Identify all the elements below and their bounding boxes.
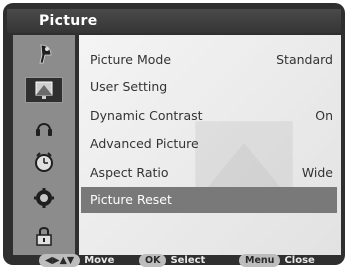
menu-item-value: Standard xyxy=(276,52,333,67)
menu-item-label: Advanced Picture xyxy=(90,136,199,151)
menu-item-label: Dynamic Contrast xyxy=(90,108,203,123)
sidebar-item-picture[interactable] xyxy=(25,77,63,103)
menu-item-label: User Setting xyxy=(90,79,168,94)
key-hints-bar: ◀▶▲▼ Move OK Select Menu Close xyxy=(7,254,341,269)
ok-key-icon: OK xyxy=(139,254,167,267)
sidebar-item-setup[interactable] xyxy=(25,185,63,211)
sidebar-item-channel[interactable] xyxy=(25,41,63,67)
menu-item-value: On xyxy=(315,108,333,123)
sidebar-item-time[interactable] xyxy=(25,149,63,175)
lock-icon xyxy=(36,227,52,246)
select-hint-label: Select xyxy=(170,255,206,266)
menu-item-aspect-ratio[interactable]: Aspect Ratio Wide xyxy=(81,160,337,186)
clock-icon xyxy=(35,152,53,172)
menu-key-icon: Menu xyxy=(239,254,281,267)
category-sidebar xyxy=(13,35,75,255)
menu-item-dynamic-contrast[interactable]: Dynamic Contrast On xyxy=(81,103,337,129)
select-hint: OK Select xyxy=(139,254,205,268)
menu-item-picture-mode[interactable]: Picture Mode Standard xyxy=(81,47,337,73)
sidebar-item-lock[interactable] xyxy=(25,223,63,249)
menu-item-advanced-picture[interactable]: Advanced Picture xyxy=(81,131,337,157)
arrow-keys-icon: ◀▶▲▼ xyxy=(39,254,81,267)
menu-panel: Picture Mode Standard User Setting Dynam… xyxy=(79,35,341,255)
menu-item-picture-reset[interactable]: Picture Reset xyxy=(81,187,337,213)
menu-title: Picture xyxy=(7,9,341,33)
antenna-icon xyxy=(39,44,52,64)
move-hint-label: Move xyxy=(84,255,115,266)
move-hint: ◀▶▲▼ Move xyxy=(39,254,114,268)
menu-item-label: Picture Reset xyxy=(90,192,172,207)
picture-icon xyxy=(35,81,53,99)
close-hint: Menu Close xyxy=(239,254,315,268)
menu-item-label: Aspect Ratio xyxy=(90,165,169,180)
setup-icon xyxy=(34,188,54,208)
sidebar-item-sound[interactable] xyxy=(25,115,63,141)
menu-window: Picture Picture Mode Standard User Setti… xyxy=(3,3,345,267)
close-hint-label: Close xyxy=(284,255,315,266)
menu-item-user-setting[interactable]: User Setting xyxy=(81,74,337,100)
menu-item-label: Picture Mode xyxy=(90,52,172,67)
sound-icon xyxy=(36,123,52,136)
menu-item-value: Wide xyxy=(301,165,333,180)
